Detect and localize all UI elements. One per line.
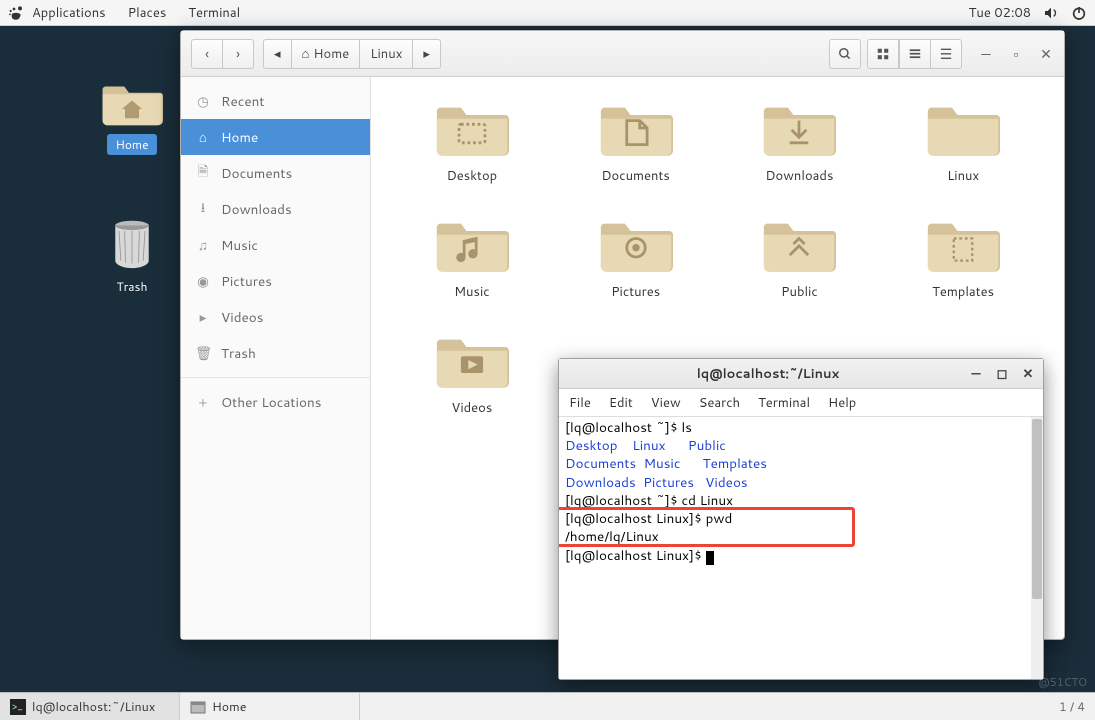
sidebar-item-recent[interactable]: ◷Recent: [181, 83, 370, 119]
taskbar-item-files[interactable]: Home: [180, 693, 360, 720]
clock[interactable]: Tue 02:08: [969, 4, 1031, 22]
terminal-menu-search[interactable]: Search: [699, 394, 740, 412]
folder-item-desktop[interactable]: Desktop: [395, 97, 549, 185]
terminal-line: Documents Music Templates: [565, 455, 1037, 473]
maximize-button[interactable]: ▫: [1008, 44, 1024, 64]
folder-item-documents[interactable]: Documents: [559, 97, 713, 185]
files-app-icon: [190, 699, 206, 715]
watermark: @51CTO: [1038, 674, 1087, 690]
folder-item-public[interactable]: Public: [723, 213, 877, 301]
path-up-button[interactable]: ◂: [263, 39, 292, 69]
desktop-home-icon[interactable]: Home: [92, 76, 172, 155]
view-icons-button[interactable]: [867, 39, 899, 69]
folder-item-pictures[interactable]: Pictures: [559, 213, 713, 301]
folder-label: Videos: [451, 399, 492, 417]
terminal-line: [lq@localhost Linux]$: [565, 547, 1037, 565]
folder-label: Linux: [947, 167, 979, 185]
minimize-button[interactable]: —: [978, 44, 994, 64]
home-icon: ⌂: [302, 45, 310, 63]
desktop-trash-label: Trash: [109, 276, 156, 297]
applications-menu[interactable]: Applications: [32, 4, 106, 22]
sidebar: ◷Recent ⌂Home 🗎Documents ⭳Downloads ♫Mus…: [181, 77, 371, 639]
folder-item-downloads[interactable]: Downloads: [723, 97, 877, 185]
terminal-app-icon: >_: [10, 699, 26, 715]
workspace-pager[interactable]: 1 / 4: [1049, 698, 1095, 715]
terminal-line: [lq@localhost ~]$ cd Linux: [565, 492, 1037, 510]
terminal-close-button[interactable]: ✕: [1021, 365, 1035, 383]
home-icon: ⌂: [195, 128, 211, 147]
terminal-maximize-button[interactable]: ◻: [995, 365, 1009, 383]
folder-label: Desktop: [447, 167, 498, 185]
places-menu[interactable]: Places: [128, 4, 167, 22]
desktop-trash-icon[interactable]: Trash: [92, 218, 172, 297]
download-icon: ⭳: [195, 198, 211, 221]
document-icon: 🗎: [195, 162, 211, 185]
terminal-line: [lq@localhost Linux]$ pwd: [565, 510, 1037, 528]
folder-item-music[interactable]: Music: [395, 213, 549, 301]
file-manager-header: ‹ › ◂ ⌂Home Linux ▸ ☰ — ▫ ✕: [181, 31, 1064, 77]
svg-text:>_: >_: [12, 700, 23, 714]
path-linux-button[interactable]: Linux: [359, 39, 413, 69]
terminal-menu-file[interactable]: File: [569, 394, 591, 412]
folder-label: Documents: [601, 167, 670, 185]
desktop-home-label: Home: [107, 134, 156, 155]
view-list-button[interactable]: [899, 39, 931, 69]
folder-label: Templates: [932, 283, 994, 301]
terminal-line: Downloads Pictures Videos: [565, 474, 1037, 492]
folder-item-videos[interactable]: Videos: [395, 329, 549, 417]
sidebar-item-trash[interactable]: 🗑Trash: [181, 335, 370, 371]
taskbar: >_ lq@localhost:~/Linux Home 1 / 4: [0, 692, 1095, 720]
power-icon[interactable]: [1071, 5, 1087, 21]
hamburger-button[interactable]: ☰: [930, 39, 962, 69]
sidebar-item-videos[interactable]: ▸Videos: [181, 299, 370, 335]
terminal-body[interactable]: [lq@localhost ~]$ lsDesktop Linux Public…: [559, 417, 1043, 679]
folder-label: Music: [454, 283, 490, 301]
terminal-menu-edit[interactable]: Edit: [609, 394, 633, 412]
terminal-menu-terminal[interactable]: Terminal: [758, 394, 810, 412]
plus-icon: +: [195, 393, 211, 412]
terminal-title: lq@localhost:~/Linux: [567, 365, 969, 383]
sidebar-item-other[interactable]: +Other Locations: [181, 384, 370, 420]
terminal-menu[interactable]: Terminal: [188, 4, 240, 22]
folder-label: Pictures: [611, 283, 660, 301]
terminal-window: lq@localhost:~/Linux — ◻ ✕ File Edit View S…: [558, 358, 1044, 680]
path-home-button[interactable]: ⌂Home: [291, 39, 361, 69]
sidebar-item-pictures[interactable]: ◉Pictures: [181, 263, 370, 299]
folder-label: Downloads: [765, 167, 833, 185]
terminal-menubar: File Edit View Search Terminal Help: [559, 389, 1043, 417]
gnome-logo-icon: [8, 5, 24, 21]
terminal-scrollbar[interactable]: [1031, 417, 1043, 679]
terminal-line: Desktop Linux Public: [565, 437, 1037, 455]
terminal-menu-view[interactable]: View: [651, 394, 681, 412]
folder-item-templates[interactable]: Templates: [886, 213, 1040, 301]
path-next-button[interactable]: ▸: [412, 39, 441, 69]
sidebar-item-downloads[interactable]: ⭳Downloads: [181, 191, 370, 227]
video-icon: ▸: [195, 308, 211, 327]
trash-icon: 🗑: [195, 344, 211, 363]
sidebar-item-home[interactable]: ⌂Home: [181, 119, 370, 155]
terminal-titlebar[interactable]: lq@localhost:~/Linux — ◻ ✕: [559, 359, 1043, 389]
path-bar: ◂ ⌂Home Linux ▸: [264, 39, 441, 69]
nav-back-button[interactable]: ‹: [191, 39, 223, 69]
folder-label: Public: [781, 283, 818, 301]
volume-icon[interactable]: [1043, 5, 1059, 21]
clock-icon: ◷: [195, 92, 211, 111]
sidebar-item-music[interactable]: ♫Music: [181, 227, 370, 263]
terminal-minimize-button[interactable]: —: [969, 365, 983, 383]
picture-icon: ◉: [195, 272, 211, 291]
music-icon: ♫: [195, 236, 211, 255]
top-panel: Applications Places Terminal Tue 02:08: [0, 0, 1095, 26]
terminal-line: [lq@localhost ~]$ ls: [565, 419, 1037, 437]
folder-item-linux[interactable]: Linux: [886, 97, 1040, 185]
terminal-line: /home/lq/Linux: [565, 528, 1037, 546]
terminal-menu-help[interactable]: Help: [828, 394, 856, 412]
sidebar-item-documents[interactable]: 🗎Documents: [181, 155, 370, 191]
close-button[interactable]: ✕: [1038, 44, 1054, 64]
nav-forward-button[interactable]: ›: [222, 39, 254, 69]
taskbar-item-terminal[interactable]: >_ lq@localhost:~/Linux: [0, 693, 180, 720]
search-button[interactable]: [829, 39, 861, 69]
